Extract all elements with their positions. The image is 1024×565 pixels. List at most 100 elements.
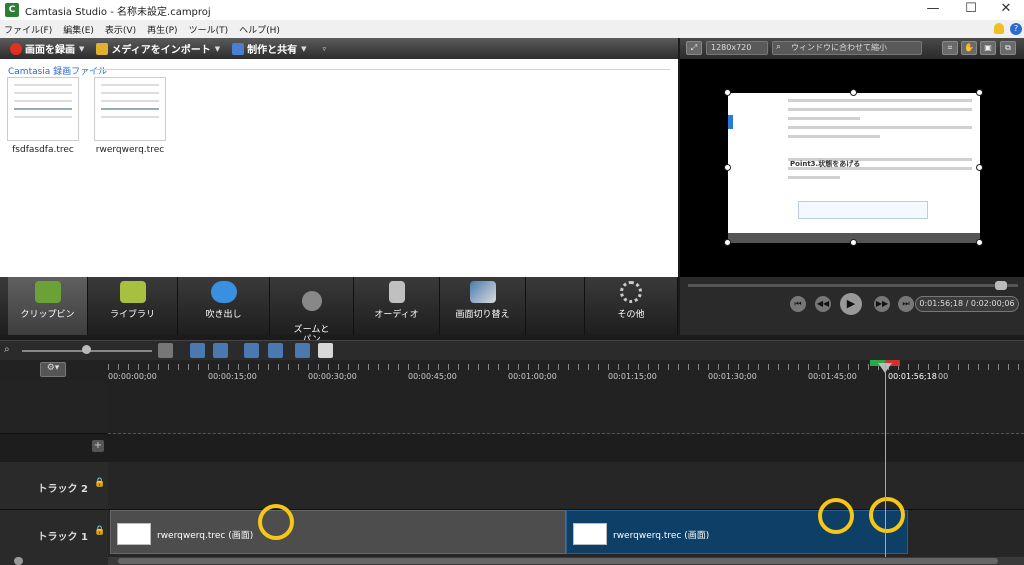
clip-bin: Camtasia 録画ファイル fsdfasdfa.trec rwerqwerq… (0, 59, 678, 277)
track-height-slider[interactable] (0, 557, 108, 565)
seek-thumb[interactable] (995, 281, 1007, 290)
record-icon (10, 42, 22, 55)
track-2-label: トラック 2 (37, 484, 88, 495)
canvas-size-field[interactable]: 1280x720 (706, 41, 768, 55)
add-track-icon[interactable]: + (92, 440, 104, 452)
ruler-label: 00:01:00;00 (508, 372, 557, 381)
zoom-out-icon[interactable]: ⌕ (4, 344, 10, 355)
frame-heading: Point3.状態をあげる (790, 160, 861, 168)
time-ruler[interactable]: ⚙▾ 00:00:00;00 00:00:15;00 00:00:30;00 0… (0, 360, 1024, 382)
timeline-clip-selected[interactable]: rwerqwerq.trec (画面) (566, 510, 908, 554)
divider (92, 69, 670, 70)
produce-share-button[interactable]: 制作と共有 ▼ (232, 41, 306, 56)
library-icon (119, 281, 146, 303)
track-2-head: トラック 2 🔒 (0, 462, 108, 510)
tab-label: 画面切り替え (455, 310, 510, 320)
tab-clip-bin[interactable]: クリップビン (8, 277, 88, 335)
timeline-clip[interactable]: rwerqwerq.trec (画面) (110, 510, 566, 554)
tab-callouts[interactable]: 吹き出し (178, 277, 270, 335)
resize-handle[interactable] (976, 239, 983, 246)
menu-edit[interactable]: 編集(E) (63, 23, 94, 36)
help-icon[interactable]: ? (1010, 23, 1022, 35)
speaker-icon (388, 281, 405, 303)
camtasia-app-icon: C (5, 3, 19, 17)
resize-handle[interactable] (976, 89, 983, 96)
highlight-circle (258, 504, 294, 540)
menu-play[interactable]: 再生(P) (147, 23, 177, 36)
fast-forward-icon[interactable]: ▶▶ (874, 296, 890, 312)
split-icon[interactable] (268, 343, 283, 358)
menu-file[interactable]: ファイル(F) (4, 23, 52, 36)
ruler-label: 00:01:15;00 (608, 372, 657, 381)
pan-hand-icon[interactable]: ✋ (961, 41, 977, 55)
menu-tools[interactable]: ツール(T) (189, 23, 229, 36)
track-settings-gear-icon[interactable]: ⚙▾ (40, 362, 66, 377)
zoom-label: ウィンドウに合わせて縮小 (791, 43, 887, 52)
menu-view[interactable]: 表示(V) (105, 23, 136, 36)
tab-label: オーディオ (374, 310, 419, 320)
tab-more[interactable]: その他 (584, 277, 678, 335)
resize-handle[interactable] (850, 89, 857, 96)
clip-label[interactable]: rwerqwerq.trec (85, 145, 175, 155)
track-height-thumb[interactable] (14, 557, 23, 565)
paste-icon[interactable] (318, 343, 333, 358)
resize-handle[interactable] (724, 239, 731, 246)
clip-label[interactable]: fsdfasdfa.trec (0, 145, 88, 155)
resize-icon[interactable]: ⤢ (686, 41, 702, 55)
menu-help[interactable]: ヘルプ(H) (239, 23, 280, 36)
detach-icon[interactable]: ⧉ (1000, 41, 1016, 55)
rewind-icon[interactable]: ◀◀ (815, 296, 831, 312)
record-screen-button[interactable]: 画面を録画 ▼ (10, 41, 84, 56)
import-label: メディアをインポート (111, 45, 211, 56)
tab-label: クリップビン (20, 310, 75, 320)
highlight-circle (869, 497, 905, 533)
playhead-line (885, 364, 886, 565)
skip-back-icon[interactable]: ⏮ (790, 296, 806, 312)
produce-label: 制作と共有 (247, 45, 298, 56)
empty-track-head (0, 382, 108, 434)
clip-thumbnail[interactable] (7, 77, 79, 141)
redo-icon[interactable] (213, 343, 228, 358)
timeline-toolbar: ⌕ (0, 340, 1024, 360)
tab-library[interactable]: ライブラリ (88, 277, 178, 335)
tab-zoom-pan[interactable]: ズームと パン (270, 277, 354, 345)
zoom-in-icon[interactable] (158, 343, 173, 358)
zoom-slider-thumb[interactable] (82, 345, 91, 354)
undo-icon[interactable] (190, 343, 205, 358)
clip-thumbnail[interactable] (94, 77, 166, 141)
resize-handle[interactable] (976, 164, 983, 171)
preview-canvas[interactable]: Point3.状態をあげる (680, 59, 1024, 277)
tab-label: その他 (617, 310, 645, 320)
maximize-button[interactable]: ☐ (953, 0, 989, 20)
close-button[interactable]: ✕ (988, 0, 1024, 20)
scrollbar-thumb[interactable] (118, 558, 998, 564)
minimize-button[interactable]: — (915, 0, 951, 20)
cut-icon[interactable] (244, 343, 259, 358)
main-toolbar: 画面を録画 ▼ メディアをインポート ▼ 制作と共有 ▼ ▿ (0, 38, 678, 59)
resize-handle[interactable] (850, 239, 857, 246)
lock-icon[interactable]: 🔒 (94, 478, 105, 488)
magnifier-icon (301, 291, 322, 311)
copy-icon[interactable] (295, 343, 310, 358)
video-frame[interactable]: Point3.状態をあげる (728, 93, 980, 243)
preview-seek-bar[interactable] (688, 284, 1018, 287)
tab-transitions[interactable]: 画面切り替え (440, 277, 526, 335)
zoom-select[interactable]: ウィンドウに合わせて縮小 (772, 41, 922, 55)
timeline-scrollbar[interactable] (108, 557, 1024, 565)
tab-label: 吹き出し (205, 310, 242, 320)
resize-handle[interactable] (724, 89, 731, 96)
filmstrip-icon (34, 281, 61, 303)
skip-forward-icon[interactable]: ⏭ (898, 296, 914, 312)
tab-audio[interactable]: オーディオ (354, 277, 440, 335)
overflow-icon[interactable]: ▿ (322, 45, 326, 53)
lock-icon[interactable]: 🔒 (94, 526, 105, 536)
resize-handle[interactable] (724, 164, 731, 171)
play-button[interactable]: ▶ (840, 293, 862, 315)
crop-icon[interactable]: ⌗ (942, 41, 958, 55)
task-tabs: クリップビン ライブラリ 吹き出し ズームと パン オーディオ 画面切り替え そ… (0, 277, 678, 345)
ruler-label: 00:00:30;00 (308, 372, 357, 381)
tip-bulb-icon[interactable] (994, 23, 1004, 34)
import-media-button[interactable]: メディアをインポート ▼ (96, 41, 220, 56)
ruler-label: 00:01:45;00 (808, 372, 857, 381)
fullscreen-icon[interactable]: ▣ (980, 41, 996, 55)
